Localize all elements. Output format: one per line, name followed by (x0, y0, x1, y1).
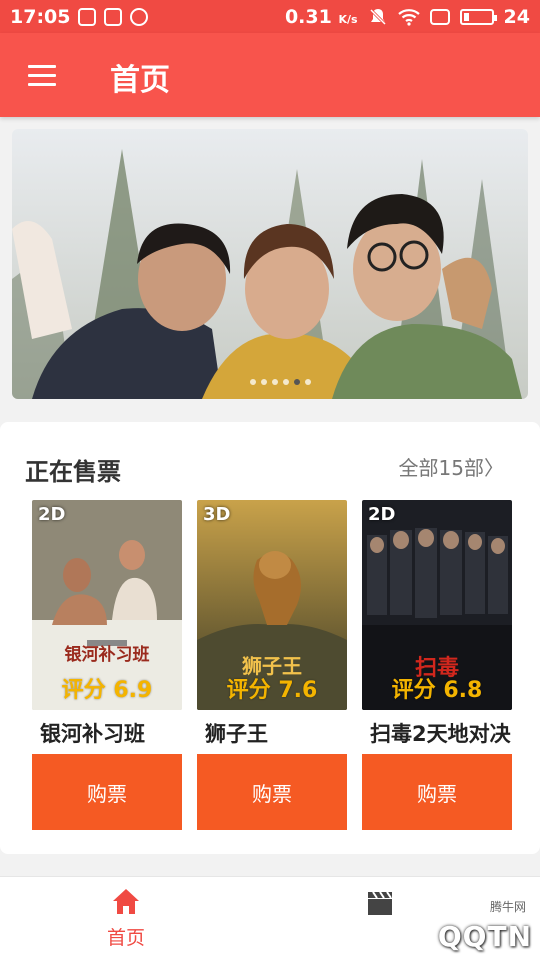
carousel-indicator (250, 379, 311, 385)
clapperboard-icon (368, 891, 392, 915)
movie-name: 扫毒2天地对决 (370, 722, 511, 746)
movie-poster[interactable]: 2D 扫毒 评分 6.8 (362, 500, 512, 710)
hotspot-icon (78, 7, 97, 26)
battery-icon (459, 8, 497, 25)
check-circle-icon (130, 7, 149, 26)
carousel-dot[interactable] (305, 379, 311, 385)
dimension-badge: 2D (368, 504, 396, 525)
buy-ticket-button[interactable]: 购票 (362, 754, 512, 830)
bottom-navigation: 首页 腾牛网 QQTN (0, 876, 540, 961)
bell-muted-icon (369, 8, 386, 25)
dimension-badge: 2D (38, 504, 66, 525)
carousel-dot[interactable] (261, 379, 267, 385)
movie-name: 银河补习班 (40, 722, 145, 746)
page-title: 首页 (110, 63, 170, 98)
movie-item[interactable]: 2D 银河补习班 评分 6.9 银河补习班 购票 (32, 500, 182, 830)
app-bar: 首页 (0, 33, 540, 117)
view-all-link[interactable]: 全部15部〉 (399, 452, 504, 481)
movie-item[interactable]: 2D 扫毒 评分 6.8 扫毒2天地对决 购票 (362, 500, 512, 830)
poster-title: 银河补习班 (64, 645, 150, 665)
carousel-dot-active[interactable] (294, 379, 300, 385)
movie-score: 评分 7.6 (226, 678, 318, 703)
hamburger-menu-icon[interactable] (28, 65, 58, 87)
watermark-small: 腾牛网 (489, 900, 526, 914)
speed-unit: K/s (338, 12, 358, 26)
status-time: 17:05 (10, 5, 71, 28)
movie-poster[interactable]: 2D 银河补习班 评分 6.9 (32, 500, 182, 710)
network-speed: 0.31 K/s (284, 5, 358, 28)
watermark: 腾牛网 QQTN (437, 900, 532, 953)
buy-ticket-button[interactable]: 购票 (32, 754, 182, 830)
now-showing-section: 正在售票 全部15部〉 2D 银河补习班 评分 6.9 银河补习班 购票 3D … (0, 422, 540, 854)
dimension-badge: 3D (203, 504, 231, 525)
carousel-dot[interactable] (272, 379, 278, 385)
nav-cinema[interactable] (320, 887, 440, 925)
home-icon (113, 889, 139, 914)
movie-name: 狮子王 (205, 722, 268, 746)
banner-carousel[interactable] (12, 129, 528, 399)
carousel-dot[interactable] (250, 379, 256, 385)
movie-poster[interactable]: 3D 狮子王 评分 7.6 (197, 500, 347, 710)
battery-level: 24 (503, 5, 530, 28)
upload-icon (104, 7, 123, 26)
wifi-icon (397, 8, 420, 26)
status-bar: 17:05 0.31 K/s 24 (0, 0, 540, 33)
buy-ticket-button[interactable]: 购票 (197, 754, 347, 830)
nav-home[interactable]: 首页 (66, 887, 186, 950)
section-title: 正在售票 (25, 458, 121, 486)
movie-score: 评分 6.8 (391, 678, 483, 703)
screen-icon (429, 8, 450, 25)
banner-image (12, 129, 528, 399)
movie-score: 评分 6.9 (61, 678, 153, 703)
carousel-dot[interactable] (283, 379, 289, 385)
movie-item[interactable]: 3D 狮子王 评分 7.6 狮子王 购票 (197, 500, 347, 830)
watermark-logo: QQTN (437, 920, 532, 953)
nav-home-label: 首页 (106, 927, 145, 949)
